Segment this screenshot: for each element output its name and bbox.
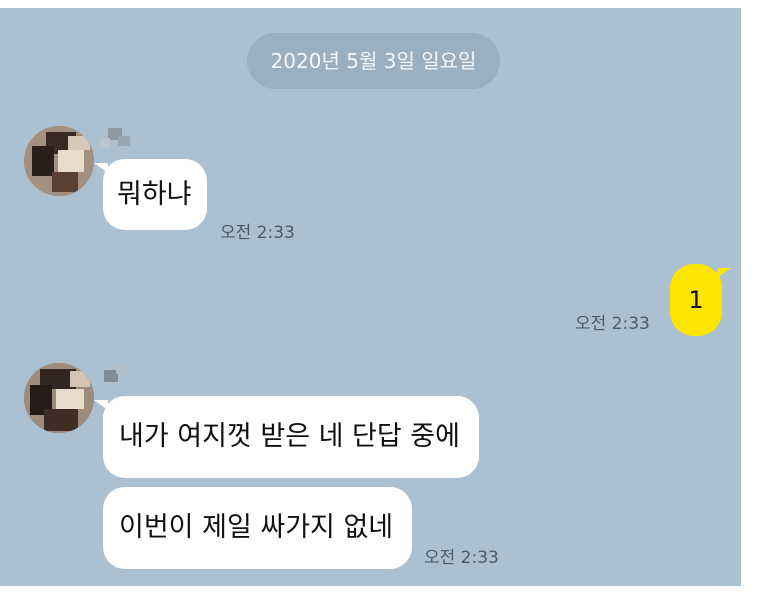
date-divider: 2020년 5월 3일 일요일 bbox=[247, 33, 500, 89]
message-bubble[interactable]: 뭐하냐 bbox=[94, 159, 207, 230]
message-time: 오전 2:33 bbox=[424, 548, 499, 568]
message-bubble[interactable]: 이번이 제일 싸가지 없네 bbox=[103, 487, 412, 569]
message-time: 오전 2:33 bbox=[575, 314, 650, 334]
sender-avatar[interactable] bbox=[24, 363, 94, 433]
chat-room: 2020년 5월 3일 일요일 뭐하냐 오전 2:33 오전 2:33 1 내가… bbox=[0, 8, 741, 586]
message-text: 이번이 제일 싸가지 없네 bbox=[119, 512, 394, 543]
message-time: 오전 2:33 bbox=[220, 223, 295, 243]
message-text: 내가 여지껏 받은 네 단답 중에 bbox=[119, 421, 460, 452]
message-bubble[interactable]: 내가 여지껏 받은 네 단답 중에 bbox=[94, 396, 479, 478]
message-text: 뭐하냐 bbox=[117, 179, 192, 210]
my-message-bubble[interactable]: 1 bbox=[670, 264, 731, 336]
sender-avatar[interactable] bbox=[24, 126, 94, 196]
message-text: 1 bbox=[688, 286, 704, 314]
